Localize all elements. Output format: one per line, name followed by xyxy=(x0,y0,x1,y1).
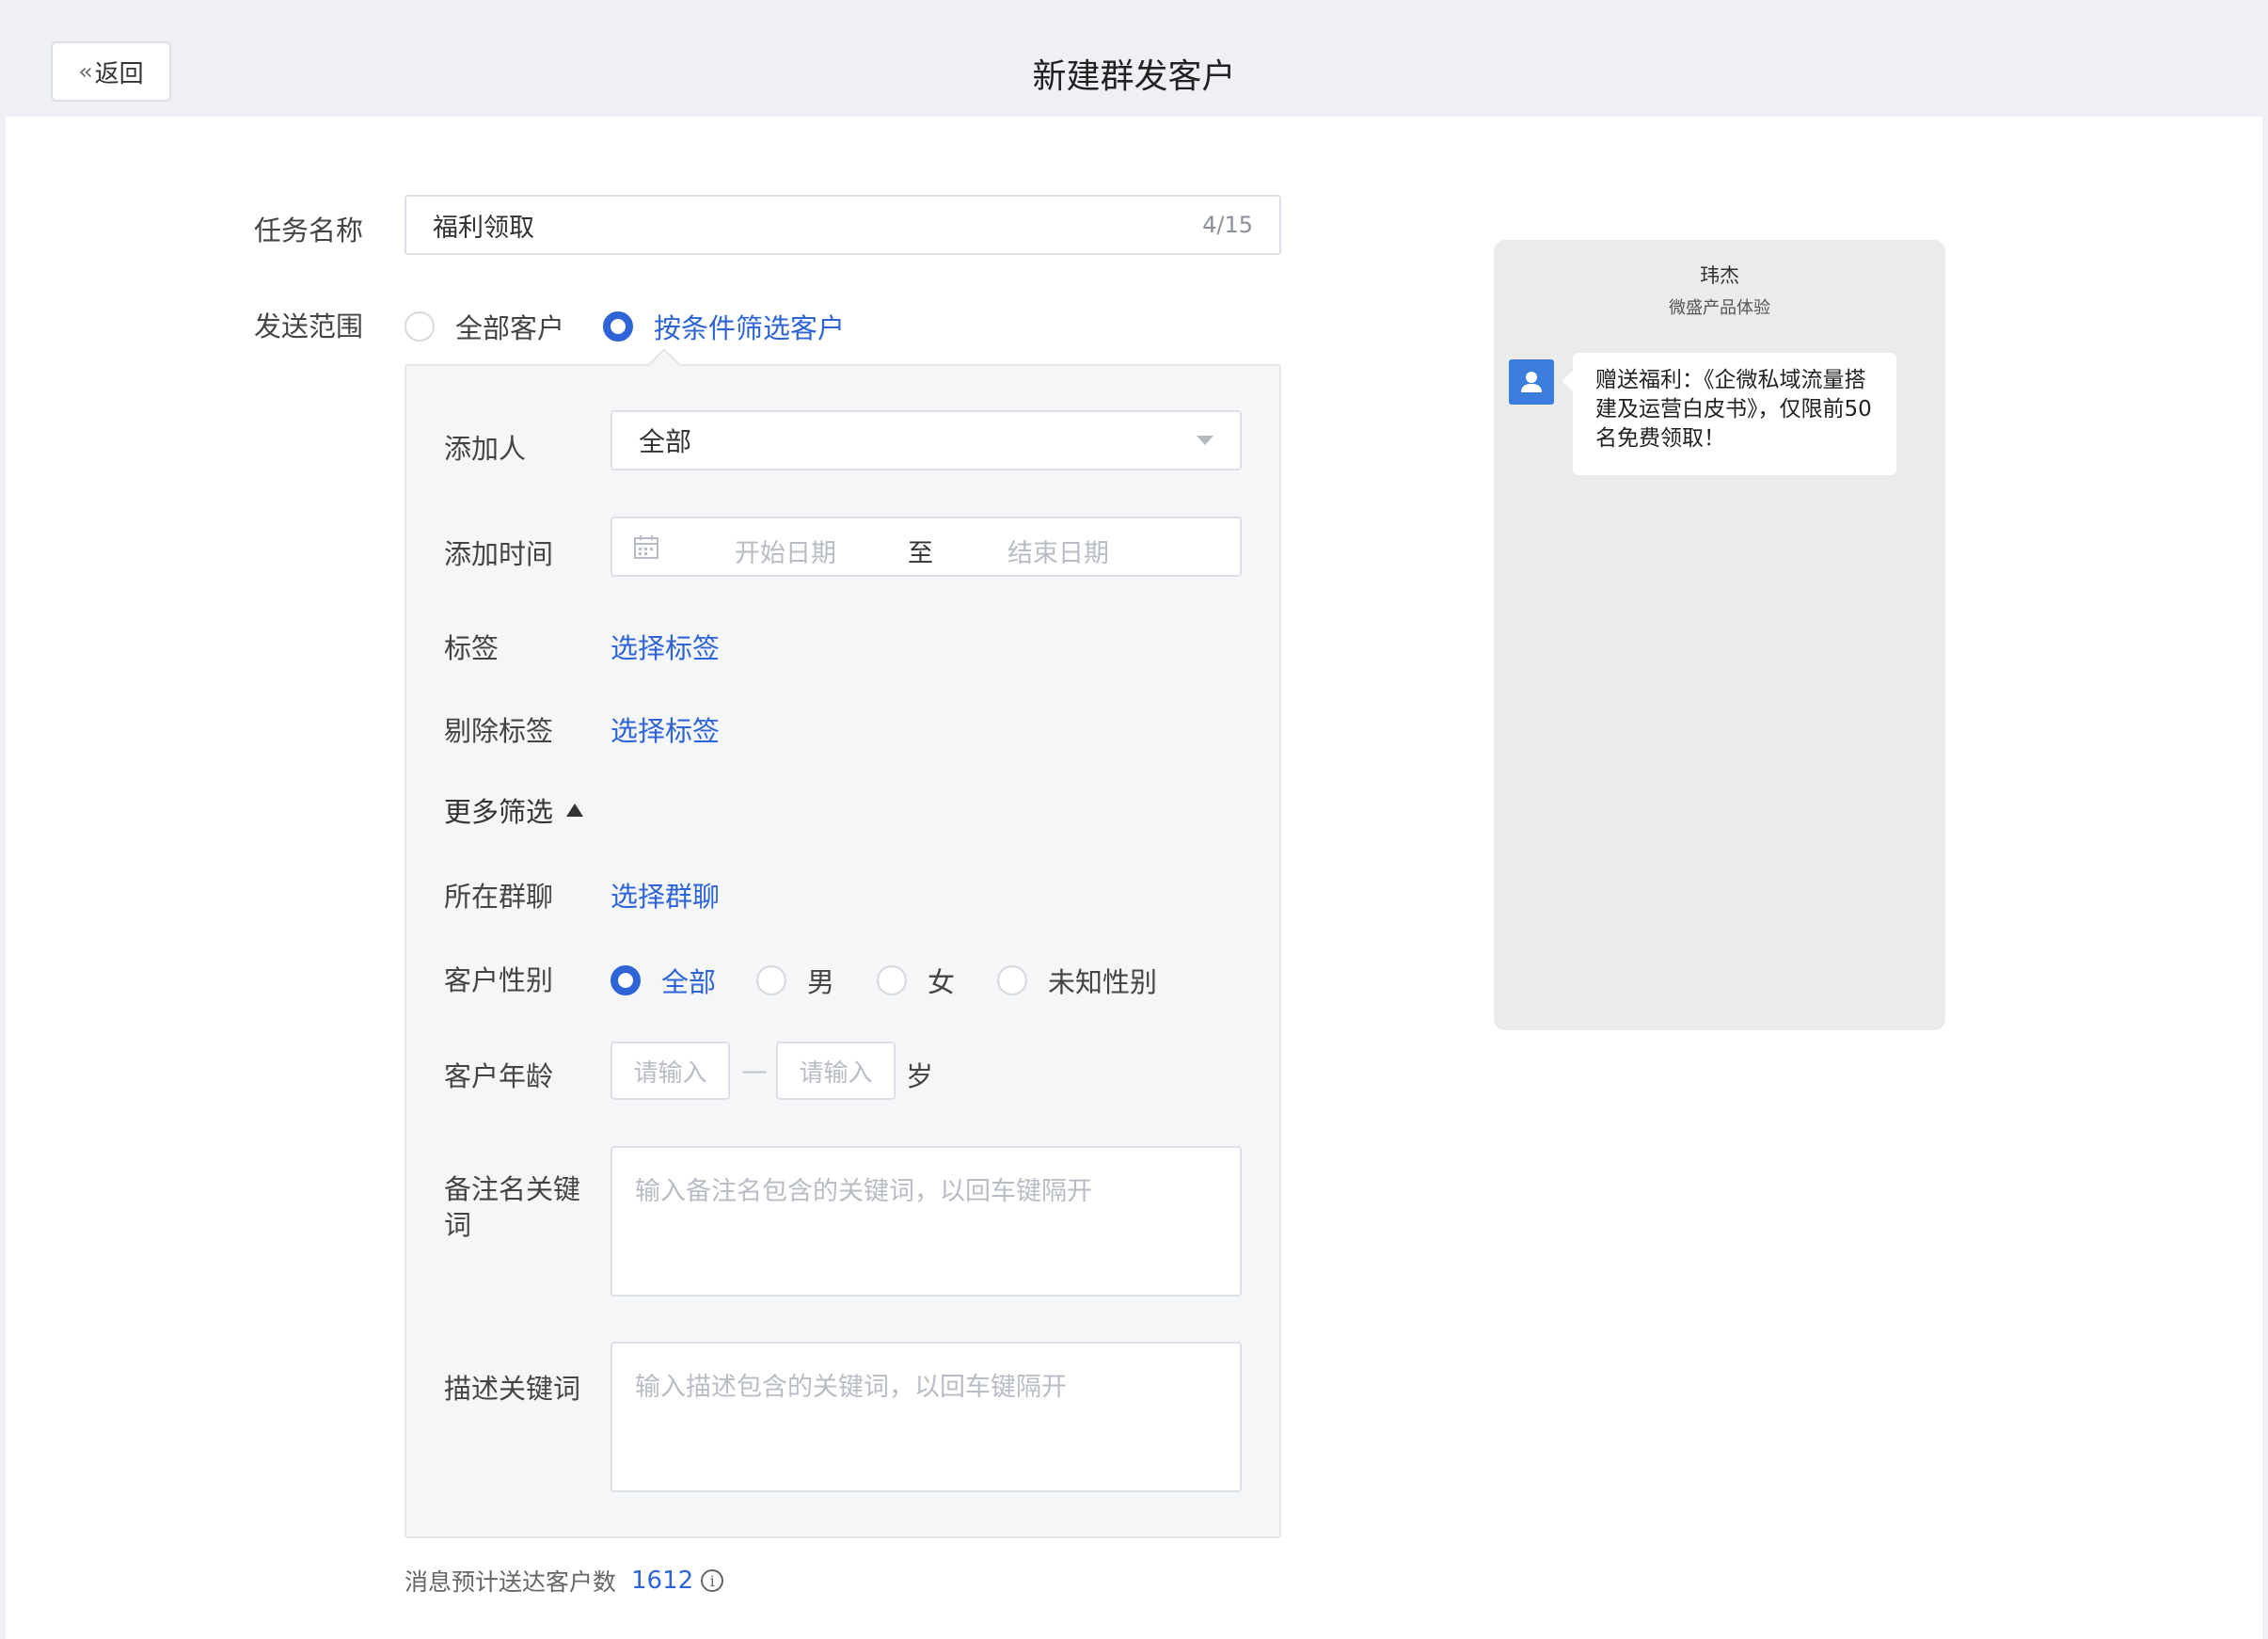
gender-label: 客户性别 xyxy=(444,964,554,996)
remark-keyword-textarea[interactable]: 输入备注名包含的关键词，以回车键隔开 xyxy=(611,1146,1242,1297)
group-chat-label: 所在群聊 xyxy=(444,881,554,913)
scope-label: 发送范围 xyxy=(254,310,364,342)
scope-radio-all-label: 全部客户 xyxy=(455,312,565,344)
date-range-separator: 至 xyxy=(908,539,933,568)
radio-circle xyxy=(997,965,1027,995)
adder-select[interactable]: 全部 xyxy=(611,410,1242,470)
adder-label: 添加人 xyxy=(444,433,527,465)
select-tag-link[interactable]: 选择标签 xyxy=(611,627,720,666)
gender-radio-female-label: 女 xyxy=(928,966,956,998)
task-name-char-count: 4/15 xyxy=(1202,212,1253,238)
tag-label: 标签 xyxy=(444,632,500,664)
add-time-label: 添加时间 xyxy=(444,538,554,570)
gender-radio-male[interactable]: 男 xyxy=(756,961,834,1000)
more-filters-label: 更多筛选 xyxy=(444,796,554,828)
age-unit-label: 岁 xyxy=(906,1060,934,1092)
preview-message-bubble: 赠送福利：《企微私域流量搭建及运营白皮书》，仅限前50名免费领取！ xyxy=(1573,353,1896,475)
caret-up-icon xyxy=(566,804,584,817)
radio-circle xyxy=(877,965,907,995)
age-range-dash: — xyxy=(741,1055,768,1086)
remark-keyword-label-line2: 词 xyxy=(444,1209,472,1241)
calendar-icon xyxy=(634,535,658,559)
select-exclude-tag-link[interactable]: 选择标签 xyxy=(611,709,720,749)
gender-radio-all[interactable]: 全部 xyxy=(611,961,716,1000)
end-date-input[interactable]: 结束日期 xyxy=(1007,533,1109,569)
estimate-row: 消息预计送达客户数 1612 i xyxy=(404,1564,724,1598)
scope-radio-filtered-label: 按条件筛选客户 xyxy=(654,312,846,344)
adder-select-value: 全部 xyxy=(639,426,692,457)
add-time-range-picker[interactable]: 开始日期 至 结束日期 xyxy=(611,517,1242,577)
radio-circle xyxy=(404,311,435,342)
gender-radio-male-label: 男 xyxy=(807,966,835,998)
scope-radio-all[interactable]: 全部客户 xyxy=(404,307,564,346)
radio-circle-selected xyxy=(611,965,641,995)
radio-circle xyxy=(756,965,786,995)
estimate-label: 消息预计送达客户数 xyxy=(404,1568,617,1596)
more-filters-toggle[interactable]: 更多筛选 xyxy=(444,790,584,830)
gender-radio-unknown[interactable]: 未知性别 xyxy=(997,961,1157,1000)
preview-sender-org: 微盛产品体验 xyxy=(1669,298,1770,318)
estimate-count: 1612 xyxy=(631,1567,694,1595)
info-icon[interactable]: i xyxy=(701,1569,724,1592)
task-name-label: 任务名称 xyxy=(254,215,364,247)
preview-sender-name: 玮杰 xyxy=(1700,264,1739,287)
age-max-input[interactable]: 请输入 xyxy=(776,1042,896,1100)
chevron-down-icon xyxy=(1197,436,1213,445)
gender-radio-all-label: 全部 xyxy=(661,966,717,998)
desc-keyword-label: 描述关键词 xyxy=(444,1373,581,1405)
page-title: 新建群发客户 xyxy=(1032,57,1236,96)
scope-radio-filtered[interactable]: 按条件筛选客户 xyxy=(603,307,845,346)
remark-keyword-label-line1: 备注名关键 xyxy=(444,1173,581,1205)
select-group-chat-link[interactable]: 选择群聊 xyxy=(611,875,720,915)
radio-circle-selected xyxy=(603,311,633,342)
gender-radio-unknown-label: 未知性别 xyxy=(1048,966,1158,998)
task-name-input[interactable]: 福利领取 4/15 xyxy=(404,195,1281,255)
message-preview: 玮杰 微盛产品体验 赠送福利：《企微私域流量搭建及运营白皮书》，仅限前50名免费… xyxy=(1494,240,1945,1030)
user-icon xyxy=(1521,372,1542,392)
age-label: 客户年龄 xyxy=(444,1060,554,1092)
gender-radio-female[interactable]: 女 xyxy=(877,961,955,1000)
desc-keyword-textarea[interactable]: 输入描述包含的关键词，以回车键隔开 xyxy=(611,1342,1242,1492)
remark-keyword-label: 备注名关键 词 xyxy=(444,1171,580,1243)
start-date-input[interactable]: 开始日期 xyxy=(735,533,836,569)
avatar xyxy=(1509,359,1554,405)
age-min-input[interactable]: 请输入 xyxy=(611,1042,730,1100)
task-name-value: 福利领取 xyxy=(433,213,534,243)
top-bar: ‹‹ 返回 新建群发客户 xyxy=(0,0,2268,117)
exclude-tag-label: 剔除标签 xyxy=(444,715,554,747)
